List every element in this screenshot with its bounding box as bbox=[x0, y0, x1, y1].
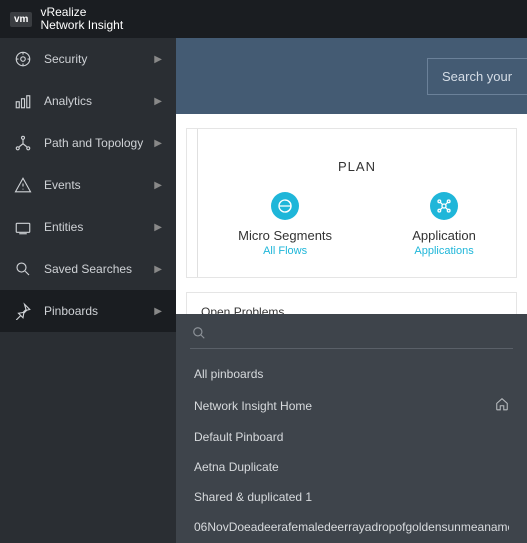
flyout-item-network-insight-home[interactable]: Network Insight Home bbox=[190, 389, 513, 422]
brand-badge: vm bbox=[10, 12, 32, 27]
plan-card-micro-segments[interactable]: Micro Segments All Flows bbox=[238, 192, 332, 257]
plan-card-application[interactable]: Application Applications bbox=[412, 192, 476, 257]
flyout-item-label: Shared & duplicated 1 bbox=[194, 490, 312, 504]
flyout-item-label: Aetna Duplicate bbox=[194, 460, 279, 474]
search-input[interactable] bbox=[427, 58, 527, 95]
pinboard-icon bbox=[14, 302, 32, 320]
pinboards-flyout: All pinboards Network Insight Home Defau… bbox=[176, 314, 527, 543]
flyout-item-label: Network Insight Home bbox=[194, 399, 312, 413]
sidebar-item-label: Analytics bbox=[44, 94, 154, 108]
sidebar-item-label: Saved Searches bbox=[44, 262, 154, 276]
sidebar-item-analytics[interactable]: Analytics ▶ bbox=[0, 80, 176, 122]
search-icon bbox=[192, 326, 206, 340]
plan-card-title: Micro Segments bbox=[238, 228, 332, 243]
chevron-right-icon: ▶ bbox=[154, 306, 162, 317]
sidebar-item-security[interactable]: Security ▶ bbox=[0, 38, 176, 80]
sidebar-item-path-topology[interactable]: Path and Topology ▶ bbox=[0, 122, 176, 164]
sidebar-item-pinboards[interactable]: Pinboards ▶ bbox=[0, 290, 176, 332]
sidebar-item-label: Path and Topology bbox=[44, 136, 154, 150]
brand-text: vRealize Network Insight bbox=[40, 6, 123, 32]
search-bar bbox=[176, 38, 527, 114]
chevron-right-icon: ▶ bbox=[154, 222, 162, 233]
sidebar-item-label: Events bbox=[44, 178, 154, 192]
flyout-item-shared-duplicated-1[interactable]: Shared & duplicated 1 bbox=[190, 482, 513, 512]
plan-card-sub[interactable]: All Flows bbox=[263, 245, 307, 257]
brand-line2: Network Insight bbox=[40, 19, 123, 32]
plan-panel: PLAN Micro Segments All Flows Applicatio bbox=[186, 128, 517, 278]
flyout-search[interactable] bbox=[190, 322, 513, 349]
security-icon bbox=[14, 50, 32, 68]
topology-icon bbox=[14, 134, 32, 152]
flyout-item-label: Default Pinboard bbox=[194, 430, 283, 444]
flyout-item-default-pinboard[interactable]: Default Pinboard bbox=[190, 422, 513, 452]
events-icon bbox=[14, 176, 32, 194]
flyout-item-06nov-long[interactable]: 06NovDoeadeerafemaledeerrayadropofgolden… bbox=[190, 512, 513, 542]
chevron-right-icon: ▶ bbox=[154, 54, 162, 65]
app-header: vm vRealize Network Insight bbox=[0, 0, 527, 38]
flyout-item-label: 06NovDoeadeerafemaledeerrayadropofgolden… bbox=[194, 520, 509, 534]
sidebar-item-label: Pinboards bbox=[44, 304, 154, 318]
chevron-right-icon: ▶ bbox=[154, 180, 162, 191]
chevron-right-icon: ▶ bbox=[154, 138, 162, 149]
micro-segments-icon bbox=[271, 192, 299, 220]
flyout-item-all-pinboards[interactable]: All pinboards bbox=[190, 359, 513, 389]
sidebar-item-events[interactable]: Events ▶ bbox=[0, 164, 176, 206]
flyout-item-aetna-duplicate[interactable]: Aetna Duplicate bbox=[190, 452, 513, 482]
sidebar-item-entities[interactable]: Entities ▶ bbox=[0, 206, 176, 248]
analytics-icon bbox=[14, 92, 32, 110]
sidebar-item-label: Entities bbox=[44, 220, 154, 234]
sidebar-item-label: Security bbox=[44, 52, 154, 66]
home-icon bbox=[495, 397, 509, 414]
chevron-right-icon: ▶ bbox=[154, 264, 162, 275]
plan-card-title: Application bbox=[412, 228, 476, 243]
sidebar: Security ▶ Analytics ▶ Path and Topology… bbox=[0, 0, 176, 543]
flyout-item-label: All pinboards bbox=[194, 367, 263, 381]
entities-icon bbox=[14, 218, 32, 236]
saved-search-icon bbox=[14, 260, 32, 278]
sidebar-item-saved-searches[interactable]: Saved Searches ▶ bbox=[0, 248, 176, 290]
plan-header: PLAN bbox=[198, 159, 516, 174]
application-icon bbox=[430, 192, 458, 220]
plan-card-sub[interactable]: Applications bbox=[414, 245, 473, 257]
chevron-right-icon: ▶ bbox=[154, 96, 162, 107]
